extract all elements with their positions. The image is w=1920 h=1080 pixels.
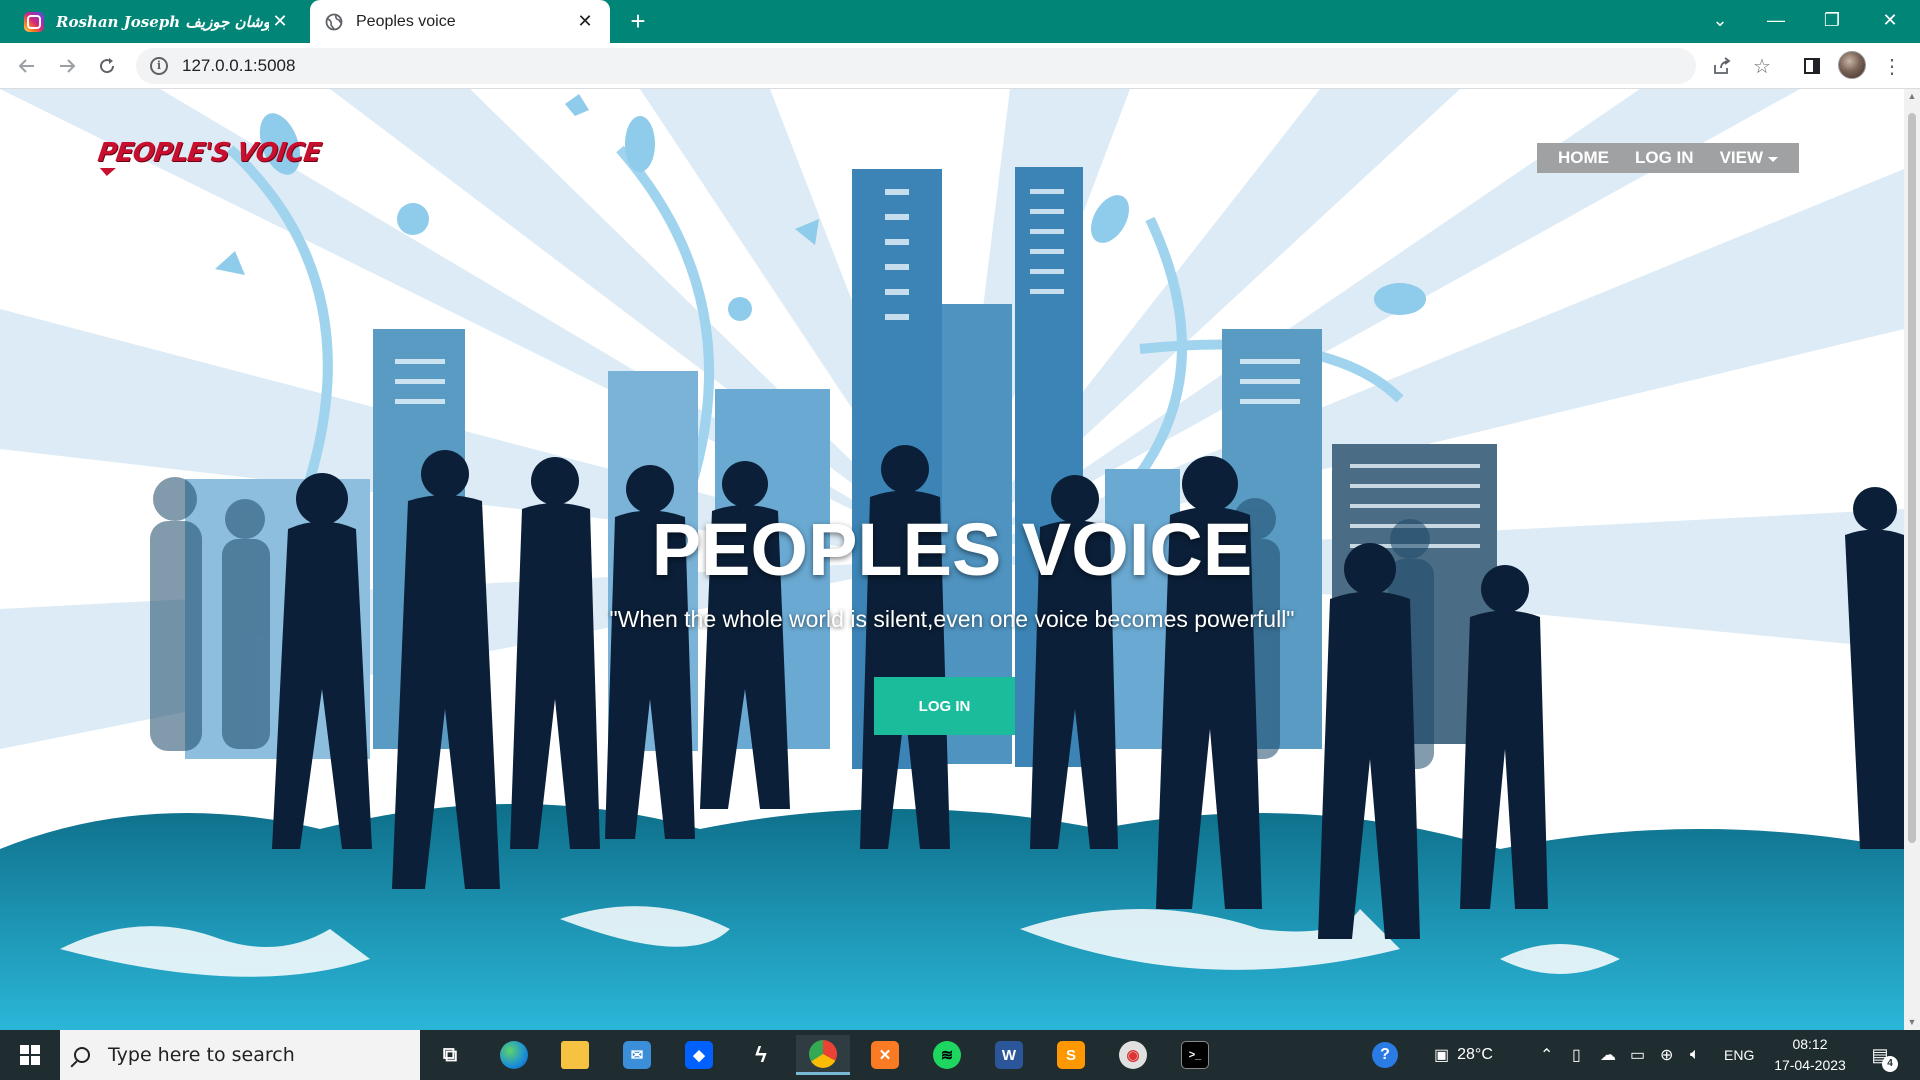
tab-instagram[interactable]: Roshan Joseph روشان جوزيف ✕ (10, 0, 305, 43)
word-icon[interactable]: W (982, 1035, 1036, 1075)
hero-login-button[interactable]: LOG IN (874, 677, 1015, 735)
tab-title: Roshan Joseph روشان جوزيف (56, 12, 269, 31)
url-text: 127.0.0.1:5008 (182, 56, 296, 75)
nav-home[interactable]: HOME (1545, 148, 1622, 168)
tab-title: Peoples voice (356, 12, 456, 30)
tab-peoples-voice[interactable]: Peoples voice ✕ (310, 0, 610, 43)
battery-saver-icon[interactable]: ▯ (1572, 1030, 1581, 1080)
weather-widget[interactable]: ▣ 28°C (1434, 1030, 1493, 1080)
share-icon[interactable] (1708, 52, 1736, 80)
search-placeholder: Type here to search (108, 1044, 295, 1066)
app-icon[interactable]: ϟ (734, 1035, 788, 1075)
tab-search-icon[interactable]: ⌄ (1692, 0, 1748, 40)
task-view-icon[interactable]: ⧉ (423, 1035, 477, 1075)
scroll-down-arrow-icon[interactable]: ▼ (1907, 1017, 1917, 1027)
weather-temp: 28°C (1457, 1046, 1493, 1063)
new-tab-button[interactable]: + (624, 8, 652, 36)
battery-icon[interactable]: ▭ (1630, 1030, 1645, 1080)
taskbar-search-box[interactable]: Type here to search (60, 1030, 420, 1080)
globe-icon (324, 12, 344, 32)
browser-title-bar: Roshan Joseph روشان جوزيف ✕ Peoples voic… (0, 0, 1920, 43)
scroll-up-arrow-icon[interactable]: ▲ (1907, 91, 1917, 101)
bookmark-star-icon[interactable]: ☆ (1748, 52, 1776, 80)
language-indicator[interactable]: ENG (1724, 1030, 1754, 1080)
weather-icon: ▣ (1434, 1047, 1450, 1064)
search-icon (74, 1047, 90, 1063)
chrome-icon[interactable] (796, 1035, 850, 1075)
forward-arrow-icon (60, 59, 76, 73)
sublime-icon[interactable]: S (1044, 1035, 1098, 1075)
help-icon[interactable]: ? (1372, 1030, 1398, 1080)
nav-view-label: VIEW (1719, 148, 1764, 167)
browser-toolbar: i 127.0.0.1:5008 ☆ ⋮ (0, 43, 1920, 89)
menu-kebab-icon[interactable]: ⋮ (1878, 52, 1906, 80)
reload-icon (100, 58, 115, 74)
nav-login[interactable]: LOG IN (1622, 148, 1707, 168)
forward-button[interactable] (53, 52, 81, 80)
cloud-offline-icon[interactable]: ☁ (1600, 1030, 1616, 1080)
hero-tagline: "When the whole world is silent,even one… (609, 606, 1295, 632)
restore-button[interactable]: ❐ (1804, 0, 1860, 40)
nav-view-dropdown[interactable]: VIEW (1707, 148, 1791, 168)
page-scrollbar[interactable]: ▲ ▼ (1904, 89, 1920, 1030)
spotify-icon[interactable]: ≋ (920, 1035, 974, 1075)
edge-icon[interactable] (487, 1035, 541, 1075)
scroll-thumb[interactable] (1908, 113, 1916, 843)
file-explorer-icon[interactable] (548, 1035, 602, 1075)
start-button[interactable] (0, 1030, 60, 1080)
dropbox-icon[interactable]: ◆ (672, 1035, 726, 1075)
site-info-icon[interactable]: i (150, 57, 168, 75)
close-tab-icon[interactable]: ✕ (269, 11, 291, 33)
page-viewport: PEOPLE'S VOICE HOME LOG IN VIEW PEOPLES … (0, 89, 1904, 1030)
side-panel-icon[interactable] (1798, 52, 1826, 80)
windows-logo-icon (20, 1045, 40, 1065)
clock-time: 08:12 (1792, 1036, 1828, 1052)
back-arrow-icon (18, 59, 34, 73)
close-window-button[interactable]: ✕ (1862, 0, 1918, 40)
show-hidden-icons-icon[interactable]: ⌃ (1540, 1030, 1553, 1080)
caret-down-icon (1768, 156, 1779, 162)
windows-taskbar: Type here to search ⧉ ✉ ◆ ϟ ✕ ≋ W S ◉ >_… (0, 1030, 1920, 1080)
terminal-icon[interactable]: >_ (1168, 1035, 1222, 1075)
site-navbar: HOME LOG IN VIEW (1537, 143, 1800, 173)
mail-icon[interactable]: ✉ (610, 1035, 664, 1075)
profile-avatar[interactable] (1838, 51, 1866, 79)
back-button[interactable] (13, 52, 41, 80)
reload-button[interactable] (93, 52, 121, 80)
instagram-icon (24, 11, 44, 32)
close-tab-icon[interactable]: ✕ (574, 11, 596, 33)
network-icon[interactable]: ⊕ (1660, 1030, 1673, 1080)
volume-icon[interactable]: 🔈︎ (1690, 1030, 1700, 1080)
media-icon[interactable]: ◉ (1106, 1035, 1160, 1075)
hero-title: PEOPLES VOICE (651, 508, 1253, 591)
address-bar[interactable]: i 127.0.0.1:5008 (136, 48, 1696, 84)
site-logo[interactable]: PEOPLE'S VOICE (96, 138, 323, 168)
clock[interactable]: 08:12 17-04-2023 (1765, 1034, 1855, 1076)
xampp-icon[interactable]: ✕ (858, 1035, 912, 1075)
minimize-button[interactable]: — (1748, 0, 1804, 40)
clock-date: 17-04-2023 (1774, 1057, 1846, 1073)
notification-count-badge: 4 (1882, 1056, 1898, 1072)
